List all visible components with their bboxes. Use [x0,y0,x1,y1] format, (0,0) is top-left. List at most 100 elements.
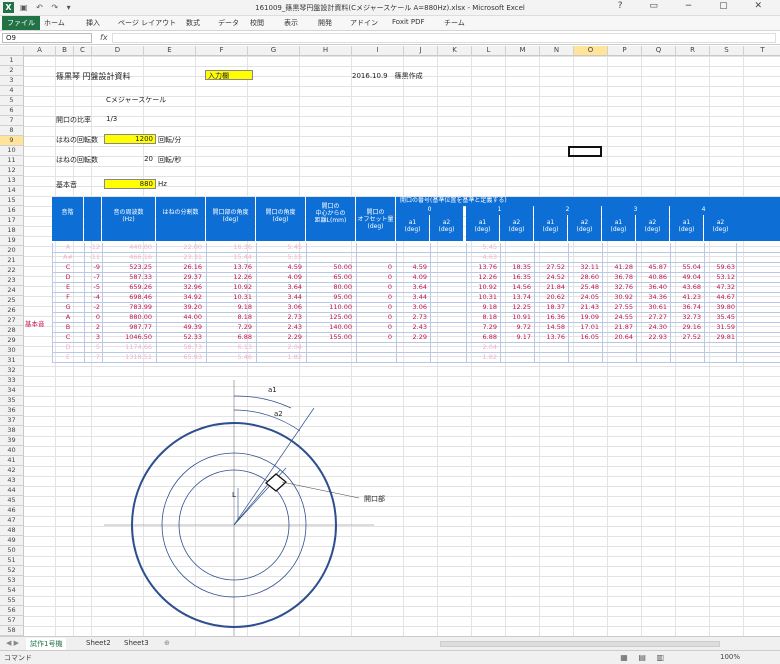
column-header-H[interactable]: H [300,46,352,56]
ribbon-tab-2[interactable]: 挿入 [86,18,100,28]
row-header-33[interactable]: 33 [0,376,24,386]
row-header-45[interactable]: 45 [0,496,24,506]
row-header-49[interactable]: 49 [0,536,24,546]
ribbon-tab-6[interactable]: 校閲 [250,18,264,28]
row-header-10[interactable]: 10 [0,146,24,156]
column-header-R[interactable]: R [676,46,710,56]
column-header-F[interactable]: F [196,46,248,56]
fx-icon[interactable]: fx [100,33,108,42]
row-header-23[interactable]: 23 [0,276,24,286]
active-cell[interactable] [568,146,602,157]
row-header-48[interactable]: 48 [0,526,24,536]
ribbon-tab-4[interactable]: 数式 [186,18,200,28]
row-header-9[interactable]: 9 [0,136,24,146]
row-header-57[interactable]: 57 [0,616,24,626]
row-header-25[interactable]: 25 [0,296,24,306]
ribbon-tab-9[interactable]: アドイン [350,18,378,28]
row-header-1[interactable]: 1 [0,56,24,66]
column-header-M[interactable]: M [506,46,540,56]
row-header-24[interactable]: 24 [0,286,24,296]
name-box[interactable]: O9 [2,33,92,43]
column-header-K[interactable]: K [438,46,472,56]
row-header-44[interactable]: 44 [0,486,24,496]
row-header-19[interactable]: 19 [0,236,24,246]
row-header-46[interactable]: 46 [0,506,24,516]
row-header-4[interactable]: 4 [0,86,24,96]
column-header-Q[interactable]: Q [642,46,676,56]
ribbon-tab-5[interactable]: データ [218,18,239,28]
sheet-nav-icon[interactable]: ◀ ▶ [2,638,23,648]
row-header-2[interactable]: 2 [0,66,24,76]
view-icons[interactable]: ▦ ▤ ▥ [620,653,668,662]
row-header-38[interactable]: 38 [0,426,24,436]
row-header-40[interactable]: 40 [0,446,24,456]
column-header-E[interactable]: E [144,46,196,56]
column-header-N[interactable]: N [540,46,574,56]
column-header-I[interactable]: I [352,46,404,56]
row-header-37[interactable]: 37 [0,416,24,426]
ribbon-tab-7[interactable]: 表示 [284,18,298,28]
column-header-S[interactable]: S [710,46,744,56]
column-header-P[interactable]: P [608,46,642,56]
column-header-D[interactable]: D [92,46,144,56]
row-header-43[interactable]: 43 [0,476,24,486]
row-header-41[interactable]: 41 [0,456,24,466]
horizontal-scrollbar[interactable] [440,641,720,647]
select-all-corner[interactable] [0,46,24,56]
row-header-36[interactable]: 36 [0,406,24,416]
row-header-28[interactable]: 28 [0,326,24,336]
row-header-56[interactable]: 56 [0,606,24,616]
formula-input[interactable] [112,33,776,43]
row-header-52[interactable]: 52 [0,566,24,576]
row-header-17[interactable]: 17 [0,216,24,226]
sheet-tab-2[interactable]: Sheet2 [82,638,115,648]
row-header-34[interactable]: 34 [0,386,24,396]
row-header-51[interactable]: 51 [0,556,24,566]
ribbon-tab-3[interactable]: ページ レイアウト [118,18,176,28]
ribbon-tab-0[interactable]: ファイル [2,16,40,30]
row-header-20[interactable]: 20 [0,246,24,256]
column-header-A[interactable]: A [24,46,56,56]
zoom-level[interactable]: 100% [720,653,740,661]
new-sheet-icon[interactable]: ⊕ [160,638,174,648]
ribbon-tab-10[interactable]: Foxit PDF [392,18,425,26]
row-header-42[interactable]: 42 [0,466,24,476]
row-header-6[interactable]: 6 [0,106,24,116]
column-header-J[interactable]: J [404,46,438,56]
column-header-O[interactable]: O [574,46,608,56]
column-header-C[interactable]: C [74,46,92,56]
row-header-53[interactable]: 53 [0,576,24,586]
row-header-3[interactable]: 3 [0,76,24,86]
column-header-L[interactable]: L [472,46,506,56]
row-header-15[interactable]: 15 [0,196,24,206]
row-header-39[interactable]: 39 [0,436,24,446]
row-header-13[interactable]: 13 [0,176,24,186]
column-header-G[interactable]: G [248,46,300,56]
row-header-55[interactable]: 55 [0,596,24,606]
row-header-29[interactable]: 29 [0,336,24,346]
row-header-12[interactable]: 12 [0,166,24,176]
row-header-30[interactable]: 30 [0,346,24,356]
row-header-22[interactable]: 22 [0,266,24,276]
row-header-8[interactable]: 8 [0,126,24,136]
row-header-31[interactable]: 31 [0,356,24,366]
row-header-14[interactable]: 14 [0,186,24,196]
sheet-tab-3[interactable]: Sheet3 [120,638,153,648]
row-header-7[interactable]: 7 [0,116,24,126]
ribbon-tab-1[interactable]: ホーム [44,18,65,28]
row-header-5[interactable]: 5 [0,96,24,106]
row-header-32[interactable]: 32 [0,366,24,376]
row-header-21[interactable]: 21 [0,256,24,266]
column-header-T[interactable]: T [744,46,780,56]
row-header-16[interactable]: 16 [0,206,24,216]
row-header-27[interactable]: 27 [0,316,24,326]
row-header-35[interactable]: 35 [0,396,24,406]
ribbon-tab-8[interactable]: 開発 [318,18,332,28]
row-header-54[interactable]: 54 [0,586,24,596]
ribbon-tab-11[interactable]: チーム [444,18,465,28]
row-header-11[interactable]: 11 [0,156,24,166]
row-header-26[interactable]: 26 [0,306,24,316]
row-header-47[interactable]: 47 [0,516,24,526]
row-header-50[interactable]: 50 [0,546,24,556]
row-header-58[interactable]: 58 [0,626,24,636]
